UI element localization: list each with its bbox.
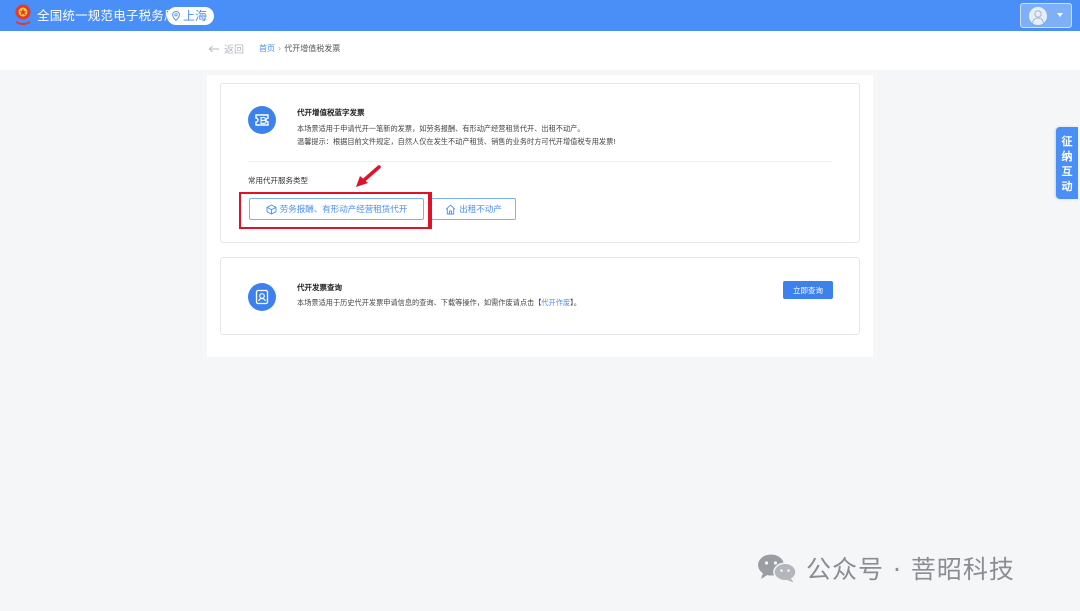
side-tab-char: 纳: [1061, 150, 1073, 163]
desc-text: 本场景适用于历史代开发票申请信息的查询、下载等操作，如需作废请点击【: [297, 298, 542, 307]
breadcrumb-home[interactable]: 首页: [259, 44, 275, 53]
side-tab-char: 互: [1061, 165, 1073, 178]
card-description: 本场景适用于历史代开发票申请信息的查询、下载等操作，如需作废请点击【代开作废】。: [297, 296, 581, 309]
card-tip: 温馨提示：根据目前文件规定，自然人仅在发生不动产租赁、销售的业务时方可代开增值税…: [297, 137, 617, 146]
breadcrumb: 首页 › 代开增值税发票: [259, 43, 340, 54]
breadcrumb-current: 代开增值税发票: [284, 44, 341, 53]
red-arrow-annotation-icon: [356, 165, 381, 187]
wechat-icon: [758, 554, 797, 583]
city-label: 上海: [183, 9, 208, 23]
void-invoice-link[interactable]: 代开作废: [541, 298, 570, 307]
card-description: 本场景适用于申请代开一笔新的发票，如劳务报酬、有形动产经营租赁代开、出租不动产。: [297, 124, 585, 133]
user-menu[interactable]: [1020, 3, 1072, 28]
breadcrumb-separator: ›: [278, 44, 282, 53]
desc-text: 】。: [570, 298, 581, 307]
side-tab-char: 动: [1061, 180, 1073, 193]
city-selector[interactable]: 上海: [167, 7, 215, 25]
service-label: 出租不动产: [459, 205, 502, 215]
tax-emblem: [15, 4, 31, 25]
section-label: 常用代开服务类型: [248, 176, 308, 185]
user-avatar-icon: [1029, 7, 1047, 25]
location-pin-icon: [172, 11, 180, 21]
watermark: 公众号 · 菩昭科技: [756, 550, 1015, 586]
invoice-ticket-icon: [248, 106, 276, 134]
search-document-icon: [248, 283, 276, 311]
side-tab-interaction[interactable]: 征 纳 互 动: [1056, 127, 1078, 199]
caret-down-icon: [1057, 13, 1063, 17]
main-panel: 代开增值税蓝字发票 本场景适用于申请代开一笔新的发票，如劳务报酬、有形动产经营租…: [207, 75, 873, 357]
highlight-box: [239, 192, 432, 229]
side-tab-char: 征: [1061, 135, 1073, 148]
blue-invoice-card: 代开增值税蓝字发票 本场景适用于申请代开一笔新的发票，如劳务报酬、有形动产经营租…: [220, 83, 860, 243]
breadcrumb-bar: 返回 首页 › 代开增值税发票: [0, 31, 1080, 70]
arrow-left-icon: [208, 45, 219, 52]
divider: [248, 161, 832, 162]
site-title[interactable]: 全国统一规范电子税务局: [37, 6, 177, 25]
watermark-text: 公众号 · 菩昭科技: [806, 555, 1015, 584]
invoice-query-card: 代开发票查询 本场景适用于历史代开发票申请信息的查询、下载等操作，如需作废请点击…: [220, 257, 860, 335]
card-title: 代开发票查询: [297, 283, 342, 292]
back-label: 返回: [224, 45, 244, 56]
back-link[interactable]: 返回: [208, 41, 244, 56]
service-real-estate-rental-button[interactable]: 出租不动产: [431, 198, 516, 220]
card-title: 代开增值税蓝字发票: [297, 108, 365, 117]
query-now-button[interactable]: 立即查询: [783, 281, 833, 299]
house-icon: [445, 204, 456, 214]
top-bar: 全国统一规范电子税务局 上海: [0, 0, 1080, 31]
